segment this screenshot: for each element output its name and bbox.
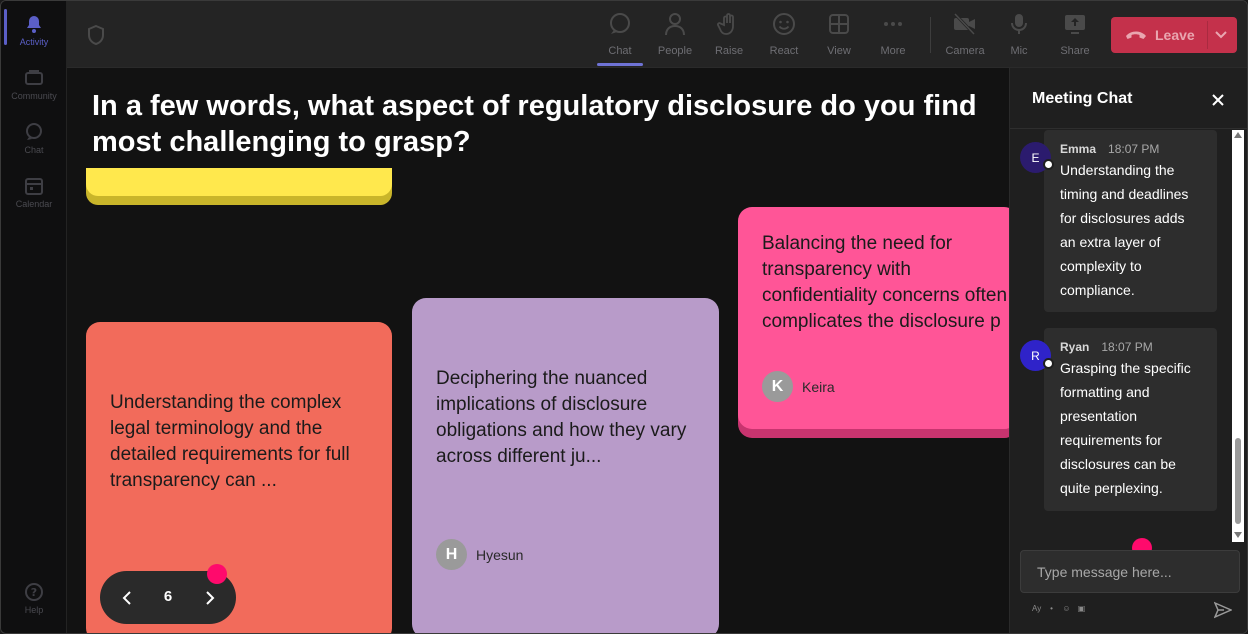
chat-message: Emma 18:07 PM Understanding the timing a… <box>1044 130 1217 312</box>
chevron-right-icon[interactable] <box>197 585 223 611</box>
message-text: Grasping the specific formatting and pre… <box>1060 360 1191 496</box>
toolbar-more-button[interactable]: More <box>867 11 919 61</box>
question-title: In a few words, what aspect of regulator… <box>92 90 977 158</box>
page-number: 6 <box>163 588 173 605</box>
toolbar-raise-button[interactable]: Raise <box>703 11 755 61</box>
scrollbar-thumb[interactable] <box>1235 438 1241 524</box>
active-tab-indicator <box>597 63 643 66</box>
svg-text:?: ? <box>31 586 37 599</box>
share-icon <box>1062 11 1088 37</box>
more-dots-icon <box>880 11 906 37</box>
note-text: Deciphering the nuanced implications of … <box>436 368 687 467</box>
chevron-left-icon[interactable] <box>114 585 140 611</box>
send-icon[interactable] <box>1213 601 1233 624</box>
rail-item-activity[interactable]: Activity <box>1 5 67 55</box>
avatar: H <box>436 539 467 570</box>
meeting-window: Activity Community Chat Calendar ? Help <box>0 0 1248 634</box>
chat-title: Meeting Chat <box>1032 90 1133 107</box>
attach-icon[interactable]: • <box>1047 604 1056 613</box>
rail-item-calendar[interactable]: Calendar <box>1 167 67 217</box>
format-toolbar: Ay • ☺ ▣ <box>1032 604 1092 613</box>
message-text: Understanding the timing and deadlines f… <box>1060 162 1189 298</box>
sticky-note-pink[interactable]: Balancing the need for transparency with… <box>738 207 1009 429</box>
avatar: K <box>762 371 793 402</box>
meeting-chat-panel: Meeting Chat Emma 18:07 PM Understanding… <box>1009 68 1247 633</box>
camera-off-icon <box>952 11 978 37</box>
rail-item-chat[interactable]: Chat <box>1 113 67 163</box>
message-time: 18:07 PM <box>1108 142 1160 156</box>
rail-item-help[interactable]: ? Help <box>1 573 67 623</box>
author-name: Keira <box>802 378 835 395</box>
message-time: 18:07 PM <box>1101 340 1153 354</box>
chat-divider <box>1010 128 1247 129</box>
note-text: Balancing the need for transparency with… <box>762 233 1008 332</box>
close-icon[interactable] <box>1208 90 1228 110</box>
rail-item-community[interactable]: Community <box>1 59 67 109</box>
chat-message-input[interactable] <box>1020 550 1240 593</box>
scroll-down-arrow[interactable] <box>1234 532 1242 538</box>
toolbar-view-button[interactable]: View <box>813 11 865 61</box>
calendar-icon <box>23 175 45 197</box>
message-author: Ryan <box>1060 340 1090 354</box>
note-author: H Hyesun <box>436 539 523 570</box>
meeting-stage: In a few words, what aspect of regulator… <box>67 68 1009 633</box>
raise-hand-icon <box>716 11 742 37</box>
chat-icon <box>607 11 633 37</box>
chat-scrollbar[interactable] <box>1232 130 1244 542</box>
react-smiley-icon <box>771 11 797 37</box>
chat-icon <box>23 121 45 143</box>
app-rail: Activity Community Chat Calendar ? Help <box>1 1 67 633</box>
mic-icon <box>1006 11 1032 37</box>
toolbar-camera-button[interactable]: Camera <box>939 11 991 61</box>
bell-icon <box>23 13 45 35</box>
leave-divider <box>1207 21 1208 49</box>
phone-hangup-icon <box>1125 29 1147 41</box>
message-author: Emma <box>1060 142 1097 156</box>
help-icon: ? <box>23 581 45 603</box>
presence-dot <box>1043 358 1054 369</box>
emoji-icon[interactable]: ☺ <box>1062 604 1071 613</box>
leave-button[interactable]: Leave <box>1111 17 1237 53</box>
author-name: Hyesun <box>476 546 524 563</box>
toolbar-share-button[interactable]: Share <box>1049 11 1101 61</box>
note-author: K Keira <box>762 371 835 402</box>
presence-dot <box>1043 159 1054 170</box>
chevron-down-icon[interactable] <box>1213 27 1229 48</box>
sticky-note-purple[interactable]: Deciphering the nuanced implications of … <box>412 298 719 633</box>
indicator-dot <box>207 564 227 584</box>
community-icon <box>23 67 45 89</box>
format-icon[interactable]: Ay <box>1032 604 1041 613</box>
note-text: Understanding the complex legal terminol… <box>110 392 350 491</box>
view-grid-icon <box>826 11 852 37</box>
scroll-up-arrow[interactable] <box>1234 132 1242 138</box>
shield-icon <box>87 24 105 50</box>
meeting-toolbar: Chat People Raise React View More Camera… <box>67 1 1247 68</box>
toolbar-people-button[interactable]: People <box>649 11 701 61</box>
toolbar-react-button[interactable]: React <box>758 11 810 61</box>
toolbar-chat-button[interactable]: Chat <box>594 11 646 61</box>
toolbar-mic-button[interactable]: Mic <box>993 11 1045 61</box>
people-icon <box>662 11 688 37</box>
sticky-note-yellow[interactable] <box>86 168 392 196</box>
gif-icon[interactable]: ▣ <box>1077 604 1086 613</box>
toolbar-divider <box>930 17 931 53</box>
chat-message: Ryan 18:07 PM Grasping the specific form… <box>1044 328 1217 511</box>
